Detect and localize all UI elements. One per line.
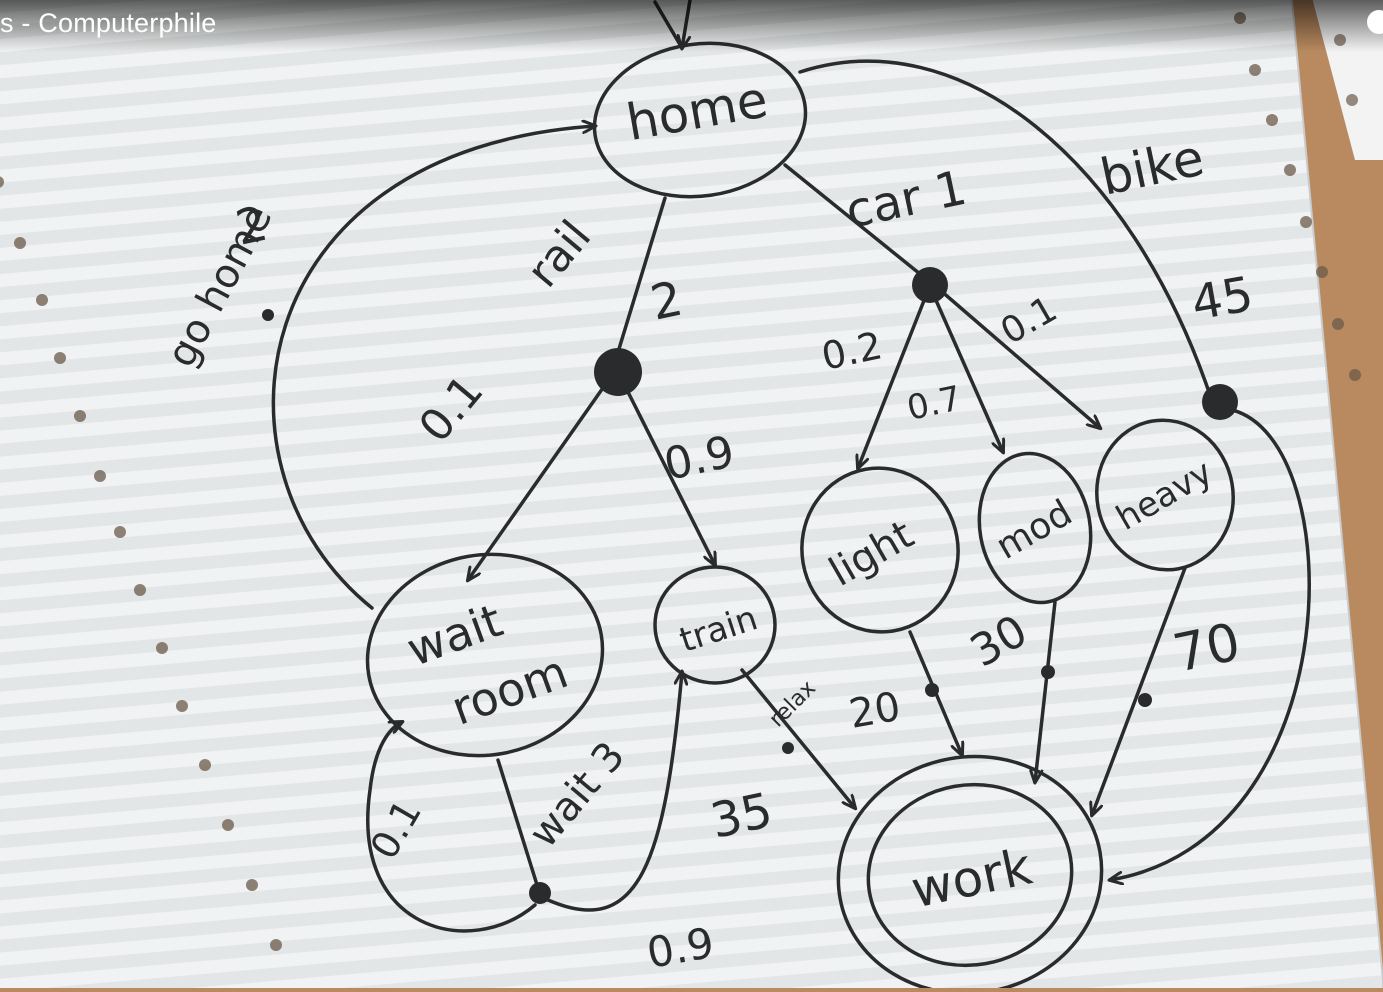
mdp-diagram-sketch: home wait room train light mod heavy wor… bbox=[0, 0, 1383, 992]
car-chance-node bbox=[912, 267, 948, 303]
cost-light: 20 bbox=[846, 684, 904, 738]
channel-avatar-icon[interactable] bbox=[1367, 10, 1383, 34]
video-frame: home wait room train light mod heavy wor… bbox=[0, 0, 1383, 992]
video-title[interactable]: s - Computerphile bbox=[0, 8, 217, 39]
bike-chance-node bbox=[1202, 384, 1238, 420]
video-title-bar: s - Computerphile bbox=[0, 0, 1383, 52]
action-cost-bike: 45 bbox=[1187, 266, 1257, 332]
